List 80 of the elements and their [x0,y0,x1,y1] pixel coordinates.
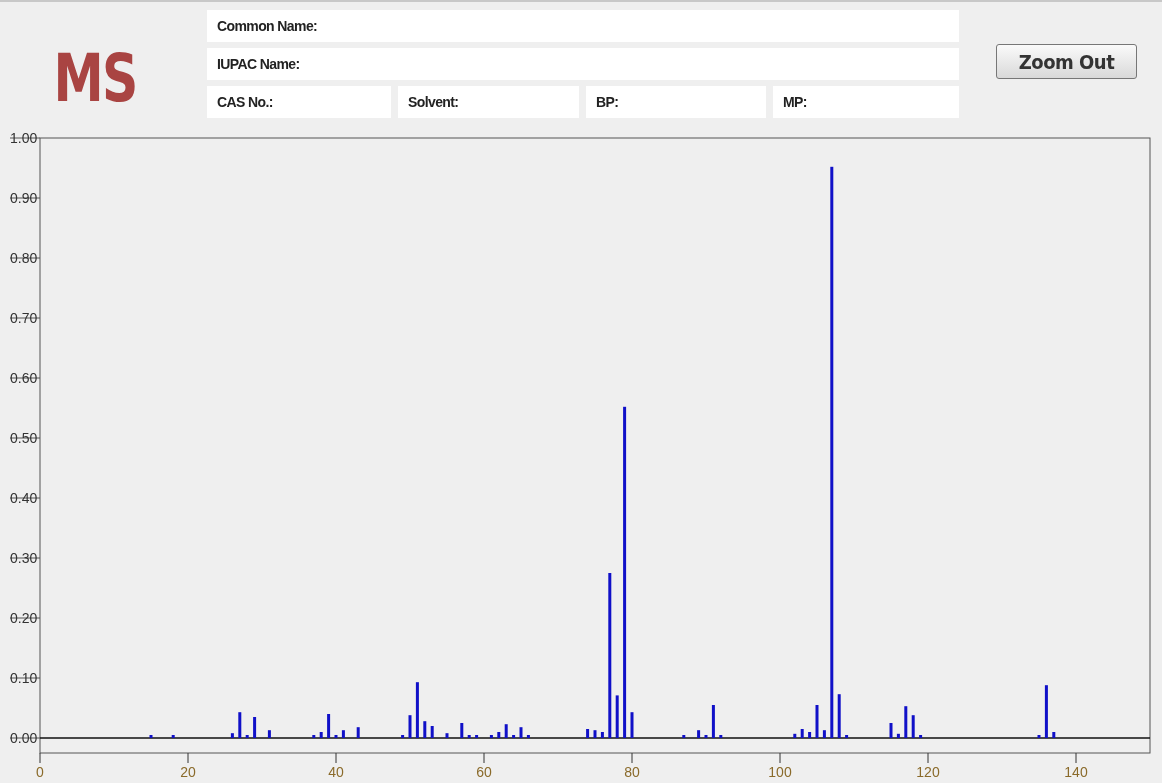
spectrum-bar [460,723,464,738]
spectrum-bar [489,735,493,738]
spectrum-bar [793,733,797,738]
spectrum-bar [267,730,271,738]
info-field: Common Name: [207,10,959,42]
spectrum-bar [896,733,900,738]
spectrum-bar [800,729,804,738]
info-field: CAS No.: [207,86,391,118]
spectrum-bar [238,712,242,738]
spectrum-bar [719,735,723,738]
x-tick-label: 140 [1064,764,1088,780]
spectrum-bar [919,735,923,738]
spectrum-bar [401,735,405,738]
y-tick-label: 0.60 [10,370,38,386]
spectrum-bar [1037,735,1041,738]
x-tick-label: 100 [768,764,792,780]
spectrum-bar [512,735,516,738]
y-tick-label: 0.00 [10,730,38,746]
spectrum-bar [504,724,508,738]
spectrum-bar [467,735,471,738]
spectrum-bar [415,682,419,738]
spectrum-bar [408,715,412,738]
spectrum-bar [682,735,686,738]
zoom-out-button[interactable]: Zoom Out [996,44,1137,79]
x-tick-label: 60 [476,764,492,780]
x-tick-label: 120 [916,764,940,780]
spectrum-bar [586,729,590,738]
spectrum-bar [697,730,701,738]
spectrum-bar [149,735,153,738]
spectrum-bar [600,732,604,738]
spectrum-bar [341,730,345,738]
y-tick-label: 0.40 [10,490,38,506]
spectrum-bar [1052,732,1056,738]
spectrum-bar [430,726,434,738]
spectrum-bar [423,721,427,738]
spectrum-bar [630,712,634,738]
spectrum-bar [593,730,597,738]
spectrum-bar [837,694,841,738]
y-tick-label: 0.50 [10,430,38,446]
spectrum-bar [1044,685,1048,738]
info-field: MP: [773,86,959,118]
spectrum-bar [312,735,316,738]
spectrum-bar [327,714,331,738]
y-tick-label: 0.30 [10,550,38,566]
spectrum-bar [319,732,323,738]
spectrum-bar [334,735,338,738]
spectrum-bar [845,735,849,738]
x-tick-label: 40 [328,764,344,780]
x-tick-label: 0 [36,764,44,780]
spectrum-bar [904,706,908,738]
spectrum-bar [889,723,893,738]
info-field: IUPAC Name: [207,48,959,80]
spectrum-bar [526,735,530,738]
x-tick-label: 20 [180,764,196,780]
spectrum-bar [445,733,449,738]
spectrum-bar [822,730,826,738]
app-logo: MS [52,40,138,117]
spectrum-bar [911,715,915,738]
spectrum-bar [808,732,812,738]
y-tick-label: 0.90 [10,190,38,206]
x-tick-label: 80 [624,764,640,780]
y-tick-label: 0.70 [10,310,38,326]
y-tick-label: 0.20 [10,610,38,626]
info-field: BP: [586,86,766,118]
spectrum-bar [356,727,360,738]
y-tick-label: 0.80 [10,250,38,266]
spectrum-bar [615,695,619,738]
spectrum-bar [519,727,523,738]
spectrum-bar [171,735,175,738]
spectrum-bar [711,705,715,738]
spectrum-bar [704,735,708,738]
spectrum-bar [230,733,234,738]
info-field: Solvent: [398,86,579,118]
spectrum-bar [245,735,249,738]
y-tick-label: 0.10 [10,670,38,686]
spectrum-bar [497,732,501,738]
spectrum-bar [475,735,479,738]
spectrum-bar [253,717,257,738]
y-tick-label: 1.00 [10,130,38,146]
spectrum-bar [815,705,819,738]
